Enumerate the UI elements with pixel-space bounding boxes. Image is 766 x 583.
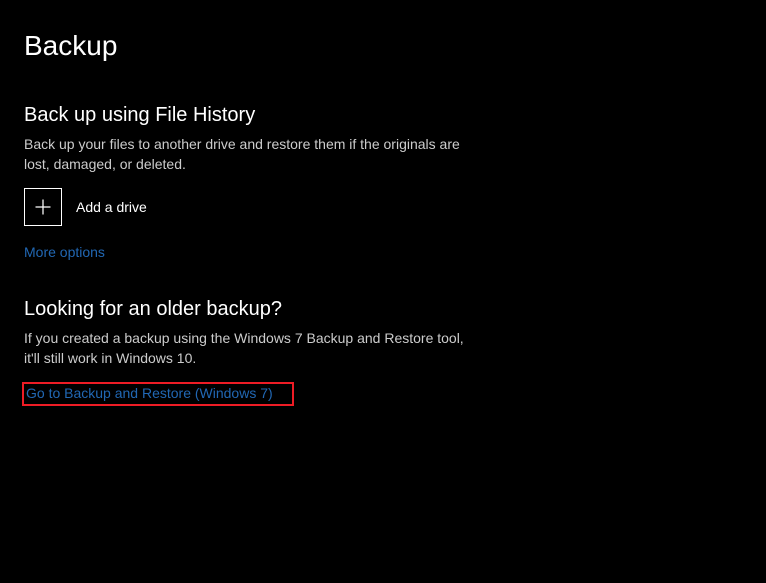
backup-restore-win7-link[interactable]: Go to Backup and Restore (Windows 7) — [26, 385, 273, 401]
add-drive-button[interactable]: Add a drive — [24, 188, 524, 226]
file-history-section: Back up using File History Back up your … — [24, 104, 524, 262]
more-options-link[interactable]: More options — [24, 244, 105, 260]
add-drive-label: Add a drive — [76, 199, 147, 215]
older-backup-description: If you created a backup using the Window… — [24, 329, 474, 368]
file-history-heading: Back up using File History — [24, 104, 524, 127]
older-backup-heading: Looking for an older backup? — [24, 298, 524, 321]
plus-icon — [24, 188, 62, 226]
highlighted-link-box: Go to Backup and Restore (Windows 7) — [22, 382, 294, 406]
older-backup-section: Looking for an older backup? If you crea… — [24, 298, 524, 406]
page-title: Backup — [24, 30, 742, 62]
file-history-description: Back up your files to another drive and … — [24, 135, 474, 174]
